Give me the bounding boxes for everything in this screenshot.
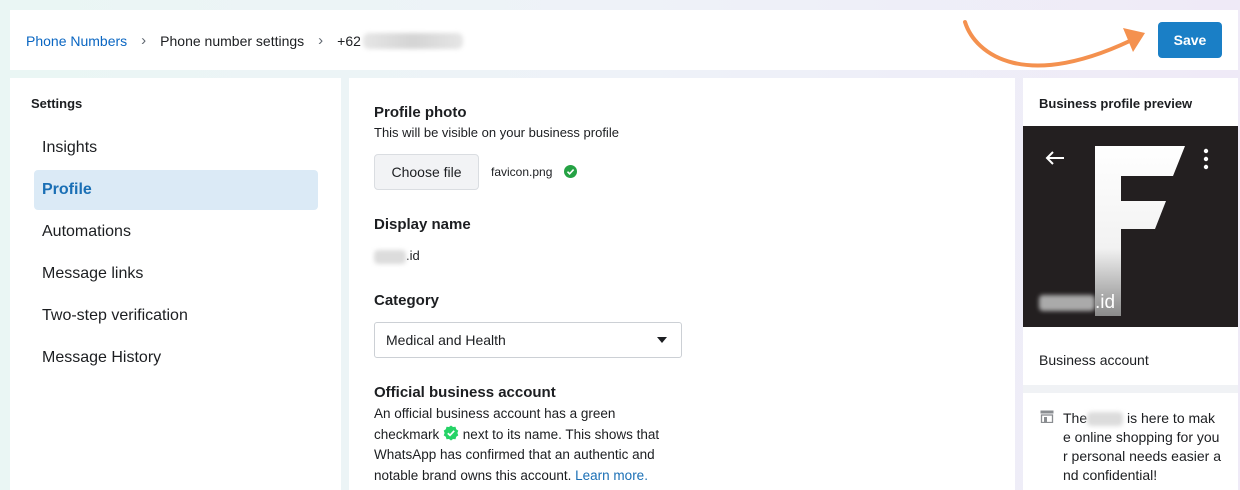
redacted-name [1039,294,1095,311]
sidebar-item-message-history[interactable]: Message History [34,338,318,378]
profile-photo-title: Profile photo [374,104,467,121]
preview-name-suffix: .id [1095,292,1116,313]
breadcrumb-phone-number: +62 [337,32,361,49]
official-account-title: Official business account [374,384,556,401]
breadcrumb: Phone Numbers › Phone number settings › … [26,32,463,49]
breadcrumb-phone-number-settings[interactable]: Phone number settings [160,33,304,49]
category-select[interactable]: Medical and Health [374,322,682,358]
display-name-title: Display name [374,216,471,233]
business-profile-preview: Business profile preview .id Business ac… [1023,78,1238,490]
about-text: e online shopping for you [1063,429,1220,445]
save-button[interactable]: Save [1158,22,1222,58]
profile-photo-subtitle: This will be visible on your business pr… [374,125,619,140]
category-selected-value: Medical and Health [386,332,506,348]
desc-text: notable brand owns this account. [374,467,572,483]
file-name: favicon.png [491,165,553,179]
preview-account-type: Business account [1023,327,1238,385]
preview-about-text: The is here to mak e online shopping for… [1063,409,1223,485]
sidebar-item-insights[interactable]: Insights [34,128,318,168]
check-circle-icon [564,165,577,178]
sidebar-item-profile[interactable]: Profile [34,170,318,210]
back-arrow-icon[interactable] [1045,150,1065,166]
preview-about: The is here to mak e online shopping for… [1023,393,1238,490]
desc-line: An official business account has a green [374,406,616,421]
sidebar-item-two-step-verification[interactable]: Two-step verification [34,296,318,336]
about-text: nd confidential! [1063,467,1158,483]
preview-heading: Business profile preview [1023,78,1238,126]
sidebar-item-automations[interactable]: Automations [34,212,318,252]
choose-file-button[interactable]: Choose file [374,154,479,190]
about-text: The [1063,410,1088,426]
settings-nav: Insights Profile Automations Message lin… [34,128,318,380]
desc-text: checkmark [374,426,440,442]
redacted-name [1087,412,1124,427]
about-text: is here to mak [1127,410,1215,426]
annotation-arrow-icon [963,20,1145,68]
sidebar-item-message-links[interactable]: Message links [34,254,318,294]
sidebar-heading: Settings [31,96,83,111]
chevron-right-icon: › [318,32,324,49]
caret-down-icon [657,337,667,343]
about-text: r personal needs easier a [1063,448,1221,464]
preview-business-name: .id [1039,292,1115,314]
chevron-right-icon: › [141,32,147,49]
official-account-description: An official business account has a green… [374,404,684,486]
more-options-icon[interactable] [1202,148,1210,170]
preview-header-image: .id [1023,126,1238,327]
profile-form: Profile photo This will be visible on yo… [349,78,1015,490]
desc-line: notable brand owns this account. Learn m… [374,466,684,487]
display-name-suffix: .id [406,248,420,263]
desc-line: checkmark next to its name. This shows t… [374,425,684,446]
redacted-phone-number [362,32,463,49]
breadcrumb-phone-numbers[interactable]: Phone Numbers [26,33,127,49]
desc-text: next to its name. This shows that [462,426,660,442]
verified-badge-icon [443,425,459,440]
display-name-value: .id [374,248,420,264]
settings-sidebar: Settings Insights Profile Automations Me… [10,78,341,490]
redacted-name [374,249,406,264]
category-title: Category [374,292,440,309]
store-icon [1040,410,1054,423]
desc-line: WhatsApp has confirmed that an authentic… [374,447,655,462]
learn-more-link[interactable]: Learn more. [575,468,648,483]
